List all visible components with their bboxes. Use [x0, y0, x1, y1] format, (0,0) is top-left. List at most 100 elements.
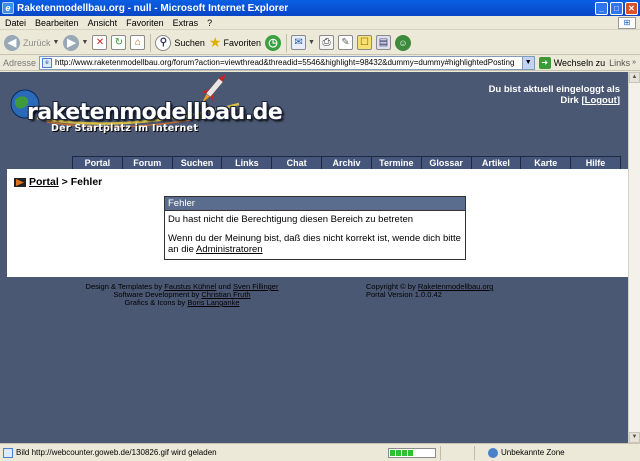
site-slogan: Der Startplatz im Internet — [51, 123, 199, 134]
login-user: Dirk — [560, 95, 579, 106]
error-body: Du hast nicht die Berechtigung diesen Be… — [165, 211, 465, 258]
login-text: Du bist aktuell eingeloggt als — [488, 84, 620, 95]
edit-button[interactable]: ✎ — [337, 35, 353, 50]
messenger-button[interactable]: ☺ — [394, 34, 411, 51]
nav-archiv[interactable]: Archiv — [321, 157, 371, 169]
nav-links[interactable]: Links — [221, 157, 272, 169]
status-pane — [440, 445, 470, 460]
search-button[interactable]: ⚲ Suchen — [155, 34, 205, 51]
back-label: Zurück — [23, 37, 51, 48]
administrators-link[interactable]: Administratoren — [196, 244, 263, 255]
nav-artikel[interactable]: Artikel — [470, 157, 521, 169]
site-nav: Portal Forum Suchen Links Chat Archiv Te… — [72, 156, 621, 169]
edit-icon: ✎ — [337, 35, 353, 50]
error-hint: Wenn du der Meinung bist, daß dies nicht… — [168, 233, 462, 255]
page-loading-icon — [3, 447, 13, 458]
mail-button[interactable]: ✉ ▼ — [291, 35, 315, 50]
address-label: Adresse — [3, 57, 37, 68]
progress-segment — [396, 449, 401, 456]
page-icon: e — [42, 57, 53, 68]
history-button[interactable]: ◷ — [265, 34, 282, 51]
stop-icon: ✕ — [92, 35, 108, 50]
nav-suchen[interactable]: Suchen — [171, 157, 222, 169]
star-icon: ★ — [208, 34, 222, 50]
windows-flag-icon: ⊞ — [618, 16, 636, 29]
portal-version: Portal Version 1.0.0.42 — [366, 290, 442, 299]
nav-hilfe[interactable]: Hilfe — [570, 157, 621, 169]
toolbar-separator — [150, 33, 152, 52]
logout-link[interactable]: Logout — [585, 95, 617, 106]
credit-gfx-link[interactable]: Boris Langanke — [187, 298, 239, 307]
back-button[interactable]: ◀ Zurück ▼ — [4, 34, 60, 51]
toolbar-separator — [286, 33, 288, 52]
chevron-right-icon: » — [632, 59, 636, 66]
favorites-button[interactable]: ★ Favoriten — [209, 34, 261, 51]
go-button[interactable]: ➜ Wechseln zu — [538, 56, 605, 69]
credit-gfx-label: Grafics & Icons by — [124, 298, 186, 307]
progress-segment — [408, 449, 413, 456]
arrow-bullet-icon — [14, 177, 26, 187]
progress-segment — [390, 449, 395, 456]
status-bar: Bild http://webcounter.goweb.de/130826.g… — [0, 443, 640, 461]
address-input[interactable]: e http://www.raketenmodellbau.org/forum?… — [39, 55, 535, 70]
menu-help[interactable]: ? — [207, 18, 212, 28]
site-header: raketenmodellbau.de Der Startplatz im In… — [7, 72, 628, 156]
minimize-button[interactable]: _ — [595, 1, 608, 15]
forward-button[interactable]: ▶ ▼ — [63, 34, 89, 51]
links-button[interactable]: Links » — [609, 58, 636, 68]
window-title: Raketenmodellbau.org - null - Microsoft … — [17, 2, 289, 14]
nav-forum[interactable]: Forum — [121, 157, 172, 169]
messenger-icon: ☺ — [394, 34, 411, 51]
menu-favoriten[interactable]: Favoriten — [126, 18, 164, 28]
site-logo-text[interactable]: raketenmodellbau.de — [27, 100, 283, 125]
breadcrumb: Portal > Fehler — [14, 176, 102, 188]
nav-chat[interactable]: Chat — [271, 157, 322, 169]
chevron-down-icon: ▼ — [52, 39, 60, 46]
chevron-down-icon: ▼ — [81, 39, 89, 46]
favorites-label: Favoriten — [223, 37, 262, 48]
nav-termine[interactable]: Termine — [370, 157, 421, 169]
nav-portal[interactable]: Portal — [72, 157, 122, 169]
globe-icon — [488, 447, 498, 458]
login-status: Du bist aktuell eingeloggt als Dirk [Log… — [488, 84, 620, 106]
links-label: Links — [609, 57, 631, 68]
maximize-button[interactable]: □ — [610, 1, 623, 15]
breadcrumb-portal-link[interactable]: Portal — [29, 176, 59, 188]
main-panel: Portal > Fehler Fehler Du hast nicht die… — [7, 169, 628, 277]
vertical-scrollbar[interactable]: ▲ ▼ — [628, 72, 640, 443]
print-button[interactable]: ⎙ — [318, 35, 334, 50]
nav-karte[interactable]: Karte — [520, 157, 571, 169]
footer-credits: Design & Templates by Faustus Kühnel und… — [62, 283, 302, 307]
go-arrow-icon: ➜ — [538, 56, 551, 69]
footer-copyright: Copyright © by Raketenmodellbau.org Port… — [366, 283, 566, 299]
menu-bearbeiten[interactable]: Bearbeiten — [35, 18, 79, 28]
menu-ansicht[interactable]: Ansicht — [88, 18, 118, 28]
menu-datei[interactable]: Datei — [5, 18, 26, 28]
scroll-down-icon[interactable]: ▼ — [629, 432, 640, 443]
chevron-down-icon[interactable]: ▼ — [521, 56, 534, 69]
scroll-up-icon[interactable]: ▲ — [629, 72, 640, 83]
address-bar: Adresse e http://www.raketenmodellbau.or… — [0, 55, 640, 71]
status-text: Bild http://webcounter.goweb.de/130826.g… — [16, 448, 217, 457]
history-icon: ◷ — [265, 34, 282, 51]
window-titlebar: e Raketenmodellbau.org - null - Microsof… — [0, 0, 640, 16]
stop-button[interactable]: ✕ — [92, 35, 108, 50]
progress-segment — [402, 449, 407, 456]
printer-icon: ⎙ — [318, 35, 334, 50]
mail-icon: ✉ — [291, 35, 307, 50]
search-icon: ⚲ — [155, 34, 172, 51]
toolbar: ◀ Zurück ▼ ▶ ▼ ✕ ↻ ⌂ ⚲ Suchen ★ Favorite… — [0, 31, 640, 55]
home-icon: ⌂ — [130, 35, 146, 50]
page-content: raketenmodellbau.de Der Startplatz im In… — [0, 72, 628, 443]
discuss-button[interactable]: ☐ — [356, 35, 372, 50]
menu-extras[interactable]: Extras — [173, 18, 199, 28]
discuss-icon: ☐ — [356, 35, 372, 50]
breadcrumb-current: Fehler — [70, 176, 103, 188]
home-button[interactable]: ⌂ — [130, 35, 146, 50]
close-button[interactable]: ✕ — [625, 1, 638, 15]
forward-arrow-icon: ▶ — [63, 34, 80, 51]
nav-glossar[interactable]: Glossar — [420, 157, 471, 169]
zone-label: Unbekannte Zone — [501, 448, 565, 457]
research-button[interactable]: ▤ — [375, 35, 391, 50]
refresh-button[interactable]: ↻ — [111, 35, 127, 50]
